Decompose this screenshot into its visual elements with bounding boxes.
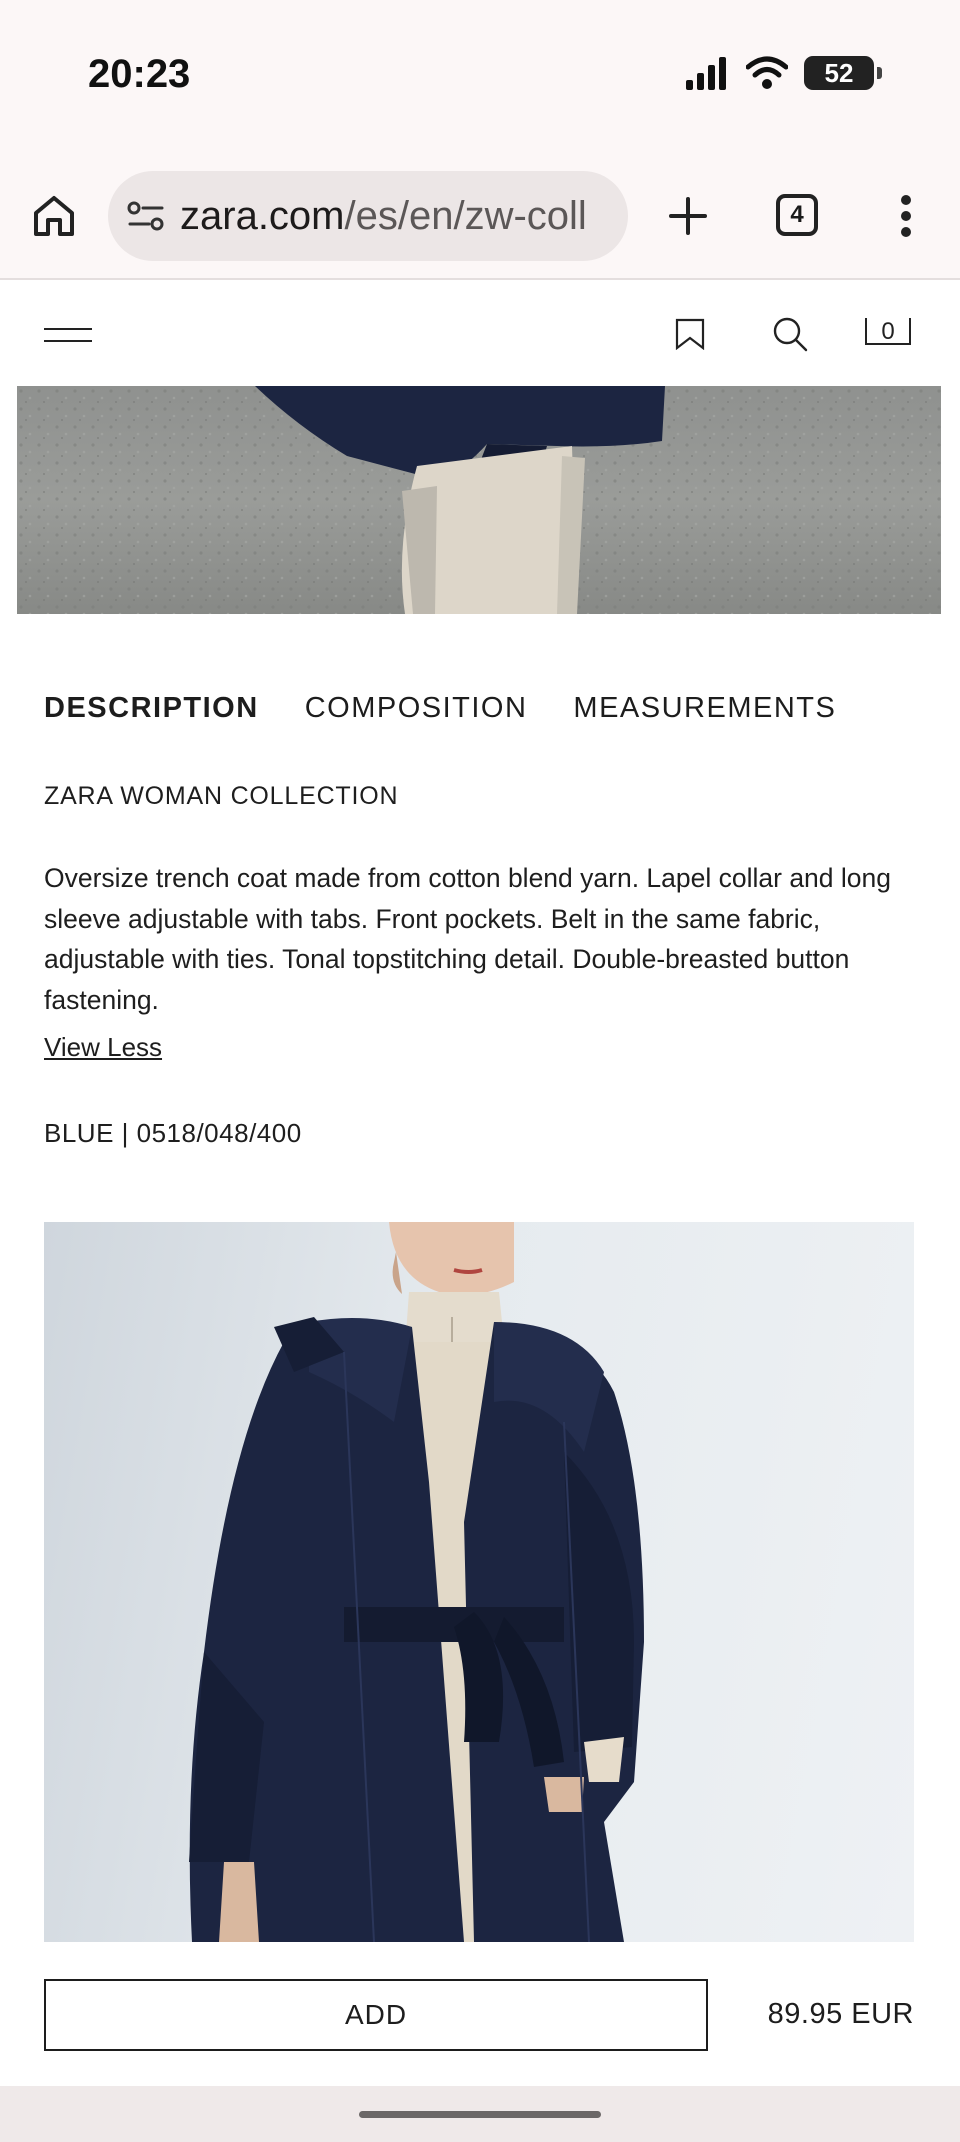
- product-info-tabs: DESCRIPTION COMPOSITION MEASUREMENTS: [44, 692, 836, 725]
- search-icon: [773, 317, 808, 352]
- bookmark-icon: [675, 318, 705, 350]
- battery-level: 52: [824, 57, 854, 88]
- add-button-label: ADD: [344, 1999, 408, 2030]
- status-icons: 52: [686, 56, 882, 90]
- menu-icon-line: [44, 328, 92, 330]
- menu-button[interactable]: [44, 318, 92, 352]
- status-bar: 20:23 52: [0, 0, 960, 150]
- new-tab-button[interactable]: [660, 188, 716, 244]
- browser-toolbar: zara.com/es/en/zw-coll 4: [0, 150, 960, 280]
- battery-icon: 52: [804, 56, 882, 90]
- site-settings-icon: [127, 201, 164, 231]
- tab-count: 4: [790, 201, 804, 228]
- product-description: Oversize trench coat made from cotton bl…: [44, 863, 891, 1015]
- url-path: /es/en/zw-coll: [344, 193, 587, 238]
- product-price: 89.95 EUR: [767, 1998, 914, 2030]
- collection-name: ZARA WOMAN COLLECTION: [44, 782, 399, 810]
- site-header: 0: [0, 282, 960, 386]
- tab-description[interactable]: DESCRIPTION: [44, 692, 259, 725]
- tab-measurements[interactable]: MEASUREMENTS: [573, 692, 836, 725]
- more-vert-icon: [901, 195, 911, 237]
- add-to-bag-button[interactable]: ADD: [44, 1979, 708, 2051]
- search-button[interactable]: [768, 312, 812, 356]
- view-less-link[interactable]: View Less: [44, 1032, 162, 1063]
- address-bar[interactable]: zara.com/es/en/zw-coll: [108, 171, 628, 261]
- plus-icon: [669, 197, 707, 235]
- home-icon: [34, 196, 74, 236]
- bookmark-button[interactable]: [672, 312, 708, 356]
- product-photo-main: [189, 1222, 644, 1942]
- product-photo-top: [17, 386, 941, 614]
- tab-composition[interactable]: COMPOSITION: [305, 692, 528, 725]
- home-gesture-bar[interactable]: [359, 2111, 601, 2118]
- bag-button[interactable]: 0: [864, 314, 912, 348]
- status-time: 20:23: [88, 52, 191, 96]
- url-domain: zara.com: [180, 193, 345, 238]
- signal-icon: [686, 57, 726, 90]
- site-settings-button[interactable]: [124, 194, 168, 238]
- wifi-icon: [746, 56, 788, 89]
- product-image-main[interactable]: [44, 1222, 914, 1942]
- browser-menu-button[interactable]: [886, 188, 926, 244]
- home-button[interactable]: [26, 188, 82, 244]
- color-reference: BLUE | 0518/048/400: [44, 1118, 302, 1148]
- bag-icon: [865, 318, 911, 345]
- tab-switcher-button[interactable]: 4: [776, 194, 818, 236]
- url-text: zara.com/es/en/zw-coll: [180, 194, 587, 239]
- menu-icon-line: [44, 340, 92, 342]
- product-image-top[interactable]: [17, 386, 941, 614]
